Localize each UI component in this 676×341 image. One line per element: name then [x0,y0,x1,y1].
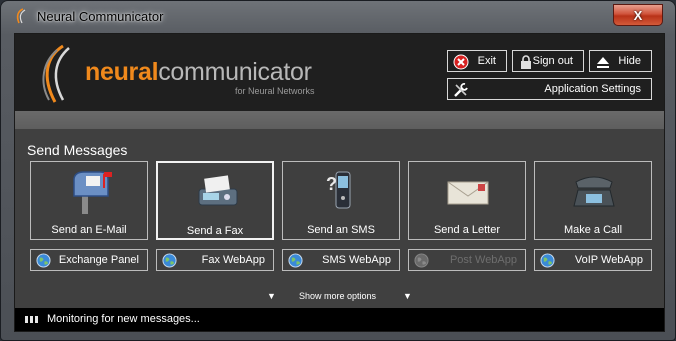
exchange-panel-button[interactable]: Exchange Panel [30,249,148,271]
exit-icon [453,54,469,70]
header-separator [15,111,664,129]
sign-out-label: Sign out [532,55,573,67]
post-webapp-button: Post WebApp [408,249,526,271]
window-title: Neural Communicator [37,9,164,24]
send-fax-tile[interactable]: Send a Fax [156,161,274,240]
fax-webapp-button[interactable]: Fax WebApp [156,249,274,271]
globe-icon [288,253,303,268]
webapp-label: Post WebApp [449,254,517,266]
webapp-label: Exchange Panel [58,254,139,266]
header-bar: neuralcommunicator for Neural Networks E… [15,34,664,111]
make-call-tile[interactable]: Make a Call [534,161,652,240]
app-logo-icon [16,8,26,24]
sms-webapp-button[interactable]: SMS WebApp [282,249,400,271]
logo-neural-text: neural [85,58,159,86]
exit-button[interactable]: Exit [447,50,507,72]
sign-out-button[interactable]: Sign out [512,50,584,72]
lock-icon [521,55,531,69]
mobile-phone-icon: ? [326,171,351,209]
close-icon: X [633,7,643,23]
send-sms-tile[interactable]: ? Send an SMS [282,161,400,240]
tools-icon [454,83,468,97]
voip-webapp-button[interactable]: VoIP WebApp [534,249,652,271]
tile-label: Send a Letter [433,224,501,236]
send-letter-tile[interactable]: Send a Letter [408,161,526,240]
webapp-label: SMS WebApp [322,254,391,266]
logo-communicator-text: communicator [158,58,312,86]
status-bar: Monitoring for new messages... [15,308,664,331]
envelope-icon [447,181,489,205]
globe-icon [540,253,555,268]
telephone-icon [573,176,615,207]
swoosh-logo-icon [42,44,70,103]
eject-icon [597,57,609,68]
svg-text:?: ? [326,174,337,194]
globe-icon [162,253,177,268]
webapp-label: Fax WebApp [201,254,265,266]
logo-subtitle: for Neural Networks [235,86,315,96]
section-title: Send Messages [27,142,128,158]
activity-indicator-icon [25,316,39,323]
tile-label: Send an E-Mail [51,224,127,236]
chevron-down-icon: ▼ [403,291,412,301]
window-close-button[interactable]: X [613,4,663,26]
title-bar[interactable]: Neural Communicator X [1,1,675,33]
globe-icon [36,253,51,268]
main-panel: neuralcommunicator for Neural Networks E… [14,33,665,332]
tile-label: Send a Fax [186,225,244,237]
hide-button[interactable]: Hide [589,50,652,72]
exit-label: Exit [477,55,496,67]
show-more-options-label: Show more options [299,291,377,301]
application-settings-button[interactable]: Application Settings [447,78,652,100]
tile-label: Make a Call [563,224,623,236]
hide-label: Hide [618,55,641,67]
application-settings-label: Application Settings [544,83,641,95]
fax-icon [198,175,238,206]
chevron-down-icon: ▼ [267,291,276,301]
show-more-options-toggle[interactable]: ▼ Show more options ▼ [15,290,664,304]
webapp-label: VoIP WebApp [574,254,643,266]
status-text: Monitoring for new messages... [47,313,200,325]
app-window: Neural Communicator X neuralcommunicator… [0,0,676,341]
send-email-tile[interactable]: Send an E-Mail [30,161,148,240]
globe-icon [414,253,429,268]
tile-label: Send an SMS [307,224,375,236]
logo-wordmark: neuralcommunicator [85,58,312,87]
mailbox-icon [73,171,112,214]
